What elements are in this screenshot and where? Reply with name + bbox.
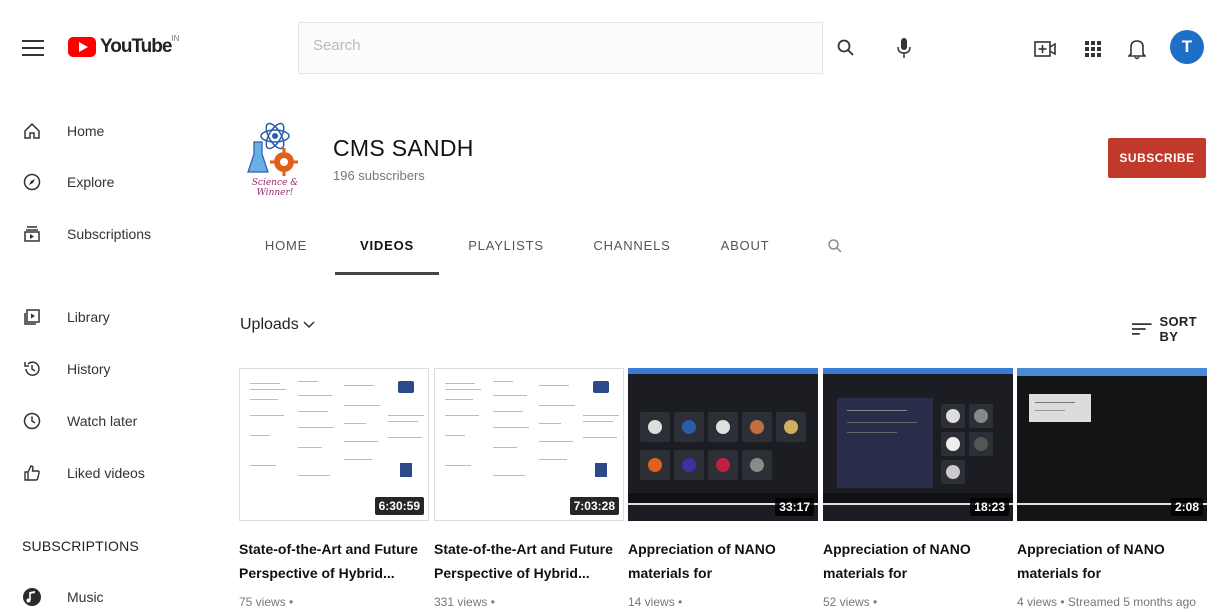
- video-views: 331 views •: [434, 595, 495, 609]
- apps-grid-icon: [1085, 41, 1101, 57]
- microphone-icon: [897, 38, 911, 58]
- music-channel-icon: [22, 587, 42, 607]
- uploads-dropdown[interactable]: Uploads: [240, 316, 315, 334]
- video-card[interactable]: 18:23 Appreciation of NANO materials for…: [823, 368, 1013, 609]
- video-views: 14 views •: [628, 595, 683, 609]
- chevron-down-icon: [303, 321, 315, 329]
- create-video-button[interactable]: [1030, 34, 1060, 64]
- compass-icon: [22, 172, 42, 192]
- video-duration: 18:23: [970, 498, 1009, 516]
- youtube-play-icon: [68, 37, 96, 57]
- subscriber-count: 196 subscribers: [333, 168, 425, 183]
- video-thumbnail[interactable]: 2:08: [1017, 368, 1207, 521]
- apps-button[interactable]: [1078, 34, 1108, 64]
- sidebar-item-home[interactable]: Home: [0, 114, 200, 148]
- video-title[interactable]: Appreciation of NANO materials for Photo…: [628, 537, 818, 585]
- uploads-label: Uploads: [240, 316, 299, 333]
- video-thumbnail[interactable]: 6:30:59: [239, 368, 429, 521]
- sidebar-item-label: Home: [67, 123, 105, 139]
- hamburger-menu-icon[interactable]: [22, 40, 44, 58]
- video-thumbnail[interactable]: 7:03:28: [434, 368, 624, 521]
- video-card[interactable]: 7:03:28 State-of-the-Art and Future Pers…: [434, 368, 624, 609]
- voice-search-button[interactable]: [888, 32, 920, 64]
- account-avatar[interactable]: T: [1170, 30, 1204, 64]
- search-button[interactable]: [826, 32, 866, 64]
- video-card[interactable]: 33:17 Appreciation of NANO materials for…: [628, 368, 818, 609]
- logo-text: YouTube: [100, 36, 172, 57]
- video-camera-plus-icon: [1034, 41, 1056, 57]
- sidebar-item-label: Watch later: [67, 413, 138, 429]
- video-duration: 6:30:59: [374, 497, 424, 515]
- library-icon: [22, 307, 42, 327]
- sidebar-item-label: Liked videos: [67, 465, 145, 481]
- video-views: 4 views • Streamed 5 months ago: [1017, 595, 1196, 609]
- sort-by-button[interactable]: SORT BY: [1132, 314, 1218, 344]
- tab-videos[interactable]: VIDEOS: [335, 232, 439, 274]
- active-tab-indicator: [335, 272, 439, 275]
- sidebar-item-liked-videos[interactable]: Liked videos: [0, 456, 200, 490]
- channel-logo-caption: Science & Winner!: [251, 178, 299, 198]
- clock-icon: [22, 411, 42, 431]
- video-views: 52 views •: [823, 595, 878, 609]
- video-thumbnail[interactable]: 33:17: [628, 368, 818, 521]
- video-thumbnail[interactable]: 18:23: [823, 368, 1013, 521]
- search-icon: [828, 239, 842, 253]
- youtube-logo[interactable]: YouTube IN: [68, 34, 179, 58]
- tab-about[interactable]: ABOUT: [708, 232, 782, 274]
- search-placeholder: Search: [313, 37, 361, 54]
- sidebar-subscription-music[interactable]: Music: [0, 580, 200, 613]
- video-duration: 2:08: [1170, 498, 1203, 516]
- video-card[interactable]: 2:08 Appreciation of NANO materials for …: [1017, 368, 1207, 609]
- bell-icon: [1128, 40, 1146, 60]
- sidebar-item-explore[interactable]: Explore: [0, 165, 200, 199]
- thumbs-up-icon: [22, 463, 42, 483]
- video-title[interactable]: State-of-the-Art and Future Perspective …: [434, 537, 624, 585]
- sidebar-item-label: Subscriptions: [67, 226, 152, 242]
- home-icon: [22, 121, 42, 141]
- search-input[interactable]: Search: [298, 22, 823, 74]
- sidebar-item-label: Library: [67, 309, 110, 325]
- sidebar-item-label: History: [67, 361, 111, 377]
- country-code: IN: [171, 34, 180, 43]
- channel-name: CMS SANDH: [333, 135, 474, 161]
- top-bar: YouTube IN Search T: [0, 0, 1218, 86]
- sidebar-item-label: Music: [67, 589, 104, 605]
- sidebar-item-subscriptions[interactable]: Subscriptions: [0, 217, 200, 251]
- sort-icon: [1132, 323, 1152, 335]
- notifications-button[interactable]: [1122, 34, 1152, 64]
- sidebar-item-library[interactable]: Library: [0, 300, 200, 334]
- subscriptions-icon: [22, 224, 42, 244]
- video-views: 75 views •: [239, 595, 294, 609]
- history-icon: [22, 359, 42, 379]
- video-duration: 7:03:28: [569, 497, 619, 515]
- tab-home[interactable]: HOME: [254, 232, 318, 274]
- channel-logo[interactable]: Science & Winner!: [244, 110, 306, 210]
- video-title[interactable]: Appreciation of NANO materials for Photo…: [1017, 537, 1207, 585]
- channel-search-button[interactable]: [823, 234, 847, 258]
- sidebar-item-label: Explore: [67, 174, 115, 190]
- tab-playlists[interactable]: PLAYLISTS: [456, 232, 556, 274]
- video-card[interactable]: 6:30:59 State-of-the-Art and Future Pers…: [239, 368, 429, 609]
- sidebar-item-history[interactable]: History: [0, 352, 200, 386]
- video-title[interactable]: State-of-the-Art and Future Perspective …: [239, 537, 429, 585]
- sort-by-label: SORT BY: [1159, 314, 1197, 344]
- subscribe-button[interactable]: SUBSCRIBE: [1108, 138, 1206, 178]
- search-icon: [837, 39, 854, 56]
- video-title[interactable]: Appreciation of NANO materials for Photo…: [823, 537, 1013, 585]
- video-duration: 33:17: [775, 498, 814, 516]
- subscriptions-section-title: SUBSCRIPTIONS: [22, 538, 139, 554]
- sidebar-item-watch-later[interactable]: Watch later: [0, 404, 200, 438]
- tab-channels[interactable]: CHANNELS: [582, 232, 682, 274]
